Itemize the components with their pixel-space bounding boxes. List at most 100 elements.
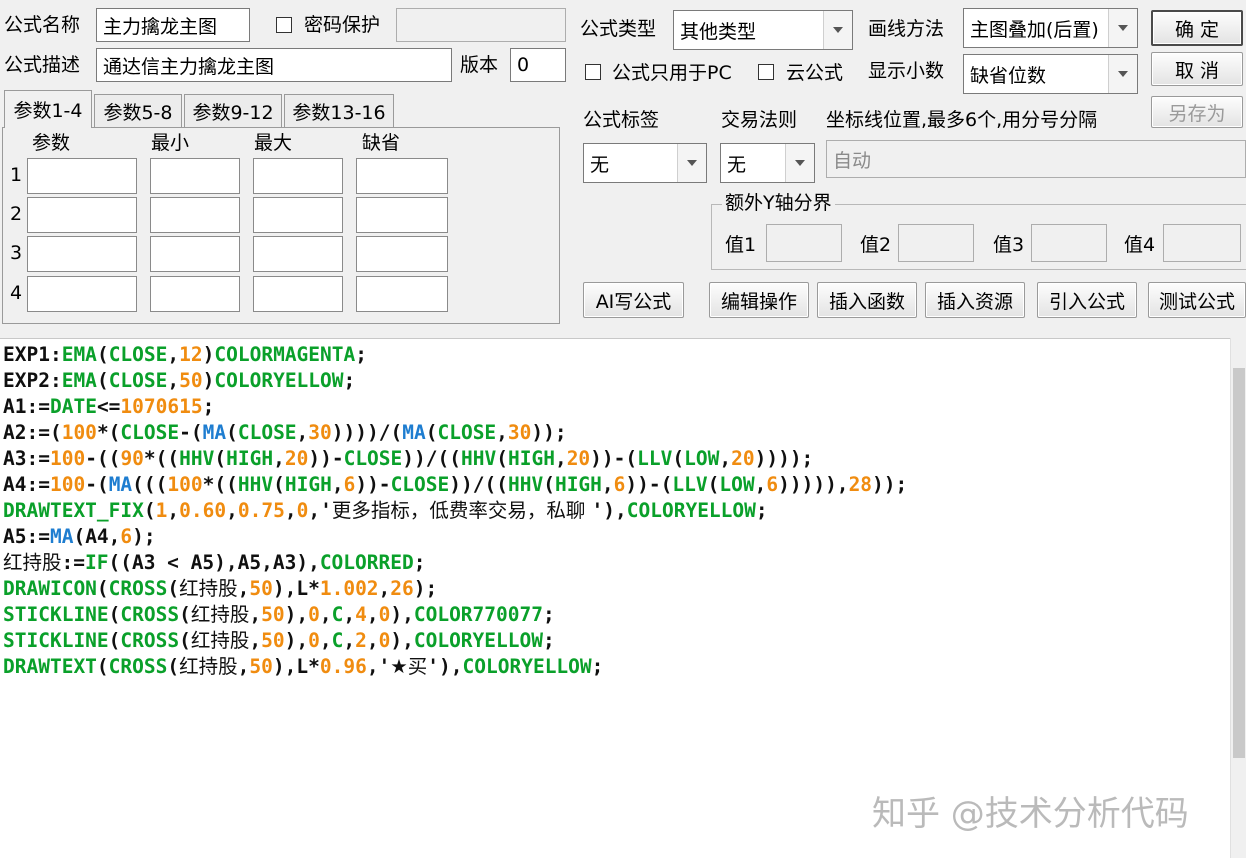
param-default-input[interactable]: [356, 197, 448, 233]
code-token: 红持股: [179, 655, 238, 678]
code-token: );: [413, 577, 438, 600]
formula-tag-select[interactable]: 无: [583, 143, 707, 183]
param-name-input[interactable]: [27, 197, 137, 233]
code-token: ),: [284, 629, 309, 652]
chevron-down-icon[interactable]: [1108, 9, 1137, 47]
code-token: CLOSE: [390, 473, 450, 496]
code-token: ));: [872, 473, 908, 496]
code-token: *((: [202, 473, 238, 496]
ok-button[interactable]: 确 定: [1151, 10, 1243, 46]
tab-params-1-4[interactable]: 参数1-4: [4, 90, 92, 128]
code-token: COLORMAGENTA: [214, 343, 356, 366]
code-token: 50: [261, 629, 285, 652]
param-default-input[interactable]: [356, 158, 448, 194]
code-line: STICKLINE(CROSS(红持股,50),0,C,2,0),COLORYE…: [3, 628, 555, 654]
tab-params-5-8[interactable]: 参数5-8: [94, 94, 182, 128]
code-editor[interactable]: EXP1:EMA(CLOSE,12)COLORMAGENTA; EXP2:EMA(…: [0, 338, 1246, 858]
code-token: 50: [249, 577, 273, 600]
param-min-input[interactable]: [150, 236, 240, 272]
code-line: STICKLINE(CROSS(红持股,50),0,C,4,0),COLOR77…: [3, 602, 555, 628]
code-token: EXP2:: [3, 369, 62, 392]
edit-ops-button[interactable]: 编辑操作: [709, 282, 809, 318]
test-formula-button[interactable]: 测试公式: [1148, 282, 1246, 318]
tab-params-13-16[interactable]: 参数13-16: [284, 94, 394, 128]
code-token: 0.60: [179, 499, 227, 522]
axis-lines-input[interactable]: 自动: [826, 140, 1246, 178]
code-token: ))))/(: [331, 421, 403, 444]
formula-type-select[interactable]: 其他类型: [673, 10, 853, 50]
param-name-input[interactable]: [27, 276, 137, 312]
cloud-checkbox[interactable]: [758, 64, 774, 80]
param-min-input[interactable]: [150, 197, 240, 233]
yaxis-value2-input[interactable]: [898, 224, 974, 262]
ai-formula-button[interactable]: AI写公式: [583, 282, 684, 318]
code-token: CLOSE: [108, 343, 168, 366]
param-name-input[interactable]: [27, 158, 137, 194]
code-token: 0.75: [237, 499, 285, 522]
code-token: ))/((: [402, 447, 461, 470]
param-default-input[interactable]: [356, 276, 448, 312]
code-token: *((: [143, 447, 180, 470]
param-col-name: 参数: [32, 132, 71, 154]
code-token: 1: [155, 499, 168, 522]
param-min-input[interactable]: [150, 158, 240, 194]
code-token: ,: [319, 603, 332, 626]
yaxis-value3-label: 值3: [993, 234, 1025, 256]
code-token: CROSS: [120, 603, 180, 626]
chevron-down-icon[interactable]: [785, 144, 814, 182]
param-min-input[interactable]: [150, 276, 240, 312]
draw-method-select[interactable]: 主图叠加(后置): [963, 8, 1138, 48]
code-token: DRAWTEXT: [3, 655, 97, 678]
import-formula-button[interactable]: 引入公式: [1037, 282, 1137, 318]
trade-rule-select[interactable]: 无: [720, 143, 815, 183]
code-token: 4: [355, 603, 367, 626]
tab-params-9-12[interactable]: 参数9-12: [184, 94, 282, 128]
code-token: HHV: [507, 473, 544, 496]
code-token: '),: [591, 499, 627, 522]
param-max-input[interactable]: [253, 276, 343, 312]
pc-only-checkbox[interactable]: [585, 64, 601, 80]
editor-scrollbar[interactable]: [1230, 338, 1246, 858]
code-token: ;: [355, 343, 368, 366]
insert-function-button[interactable]: 插入函数: [817, 282, 917, 318]
decimals-select[interactable]: 缺省位数: [963, 54, 1138, 94]
param-default-input[interactable]: [356, 236, 448, 272]
insert-resource-button[interactable]: 插入资源: [925, 282, 1025, 318]
code-token: 1070615: [120, 395, 203, 418]
code-token: A2:=(: [3, 421, 62, 444]
param-name-input[interactable]: [27, 236, 137, 272]
password-checkbox[interactable]: [276, 17, 292, 33]
yaxis-value4-input[interactable]: [1163, 224, 1241, 262]
code-token: (: [425, 421, 438, 444]
chevron-down-icon[interactable]: [677, 144, 706, 182]
param-max-input[interactable]: [253, 236, 343, 272]
code-token: ,: [378, 577, 391, 600]
code-token: HIGH: [507, 447, 555, 470]
code-token: 红持股: [190, 603, 250, 626]
code-token: (((: [132, 473, 168, 496]
code-token: 红持股: [179, 577, 238, 600]
cloud-label: 云公式: [786, 62, 844, 84]
code-token: 26: [390, 577, 414, 600]
param-max-input[interactable]: [253, 197, 343, 233]
chevron-down-icon[interactable]: [1108, 55, 1137, 93]
yaxis-value1-input[interactable]: [766, 224, 842, 262]
code-token: CLOSE: [437, 421, 497, 444]
code-token: EMA: [61, 343, 97, 366]
code-line: A1:=DATE<=1070615;: [3, 394, 214, 420]
cancel-button[interactable]: 取 消: [1151, 52, 1243, 86]
save-as-button[interactable]: 另存为: [1151, 96, 1243, 128]
scrollbar-thumb[interactable]: [1233, 368, 1245, 758]
code-token: ,: [366, 629, 379, 652]
code-token: (: [167, 655, 180, 678]
code-token: A5:=: [3, 525, 50, 548]
yaxis-value3-input[interactable]: [1031, 224, 1107, 262]
version-input[interactable]: 0: [510, 48, 566, 82]
param-max-input[interactable]: [253, 158, 343, 194]
param-col-min: 最小: [151, 132, 190, 154]
formula-name-label: 公式名称: [4, 14, 81, 36]
formula-name-input[interactable]: 主力擒龙主图: [96, 8, 250, 42]
formula-desc-input[interactable]: 通达信主力擒龙主图: [96, 48, 452, 82]
code-token: ))-(: [625, 473, 673, 496]
chevron-down-icon[interactable]: [823, 11, 852, 49]
